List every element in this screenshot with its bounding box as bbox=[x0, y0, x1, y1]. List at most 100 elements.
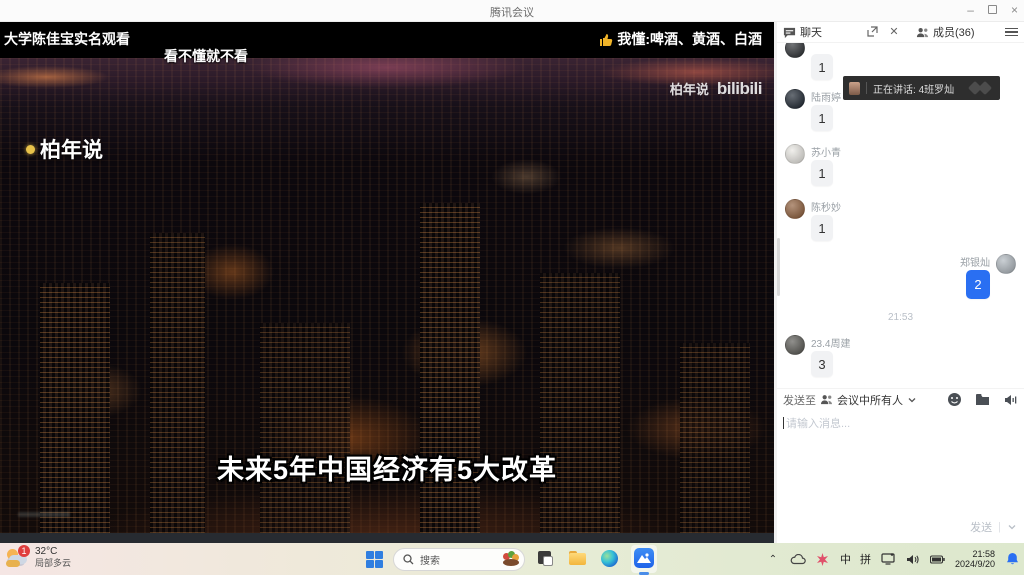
chat-panel: 聊天 ✕ 成员(36) 1陆雨婷1苏小青1陈秒妙1郑银灿221:5323.4周建… bbox=[777, 22, 1024, 543]
window-titlebar: 腾讯会议 – × bbox=[0, 0, 1024, 22]
chat-message: 苏小青1 bbox=[785, 144, 1016, 186]
popout-icon[interactable] bbox=[866, 26, 878, 38]
avatar[interactable] bbox=[785, 89, 805, 109]
weather-icon: 1 bbox=[6, 547, 30, 569]
sender-name: 陆雨婷 bbox=[811, 89, 841, 101]
search-box[interactable]: 搜索 bbox=[393, 548, 525, 571]
speaking-text: 正在讲话: 4班罗灿 bbox=[873, 81, 954, 96]
building-silhouette bbox=[540, 273, 620, 533]
channel-watermark: 柏年说 bilibili bbox=[670, 79, 762, 99]
ime-mode-indicator[interactable]: 拼 bbox=[860, 551, 871, 567]
sender-name: 23.4周建 bbox=[811, 335, 850, 347]
minimize-button[interactable]: – bbox=[967, 3, 974, 17]
windows-taskbar: 1 32°C 局部多云 搜索 bbox=[0, 543, 1024, 575]
send-to-label: 发送至 bbox=[783, 392, 816, 408]
divider: | bbox=[998, 521, 1001, 533]
speaking-indicator: 正在讲话: 4班罗灿 bbox=[843, 76, 1000, 100]
tencent-meeting-taskbar-button[interactable] bbox=[631, 545, 657, 573]
chat-scrollbar[interactable] bbox=[777, 238, 780, 296]
avatar[interactable] bbox=[785, 199, 805, 219]
chat-message: 陈秒妙1 bbox=[785, 199, 1016, 241]
chat-message: 23.4周建 3 bbox=[785, 335, 1016, 377]
danmaku-comment: 看不懂就不看 bbox=[164, 46, 248, 66]
clock-date: 2024/9/20 bbox=[955, 559, 995, 569]
shared-screen-video[interactable]: 大学陈佳宝实名观看 看不懂就不看 我懂:啤酒、黄酒、白酒 柏年说 bilibil… bbox=[0, 22, 774, 543]
send-to-selector[interactable]: 会议中所有人 bbox=[837, 392, 903, 408]
tab-chat[interactable]: 聊天 bbox=[783, 24, 822, 40]
notification-bell-icon[interactable] bbox=[1004, 551, 1020, 567]
chat-timestamp: 21:53 bbox=[785, 312, 1016, 323]
chat-message: 1 bbox=[785, 43, 1016, 80]
tab-members[interactable]: 成员(36) bbox=[916, 24, 975, 40]
clock-time: 21:58 bbox=[955, 549, 995, 559]
close-chat-icon[interactable]: ✕ bbox=[888, 26, 900, 38]
window-title: 腾讯会议 bbox=[0, 4, 1024, 20]
avatar[interactable] bbox=[785, 335, 805, 355]
weather-desc: 局部多云 bbox=[35, 558, 71, 569]
battery-icon[interactable] bbox=[930, 551, 946, 567]
file-explorer-button[interactable] bbox=[567, 548, 589, 570]
chat-message: 郑银灿 2 bbox=[785, 254, 1016, 299]
message-bubble: 3 bbox=[811, 351, 833, 377]
weather-temp: 32°C bbox=[35, 546, 71, 558]
avatar[interactable] bbox=[996, 254, 1016, 274]
chevron-down-icon[interactable] bbox=[908, 396, 916, 404]
meeting-logo-watermark bbox=[968, 80, 994, 96]
search-icon bbox=[403, 554, 414, 565]
text-caret bbox=[783, 417, 784, 429]
building-silhouette bbox=[40, 283, 110, 533]
message-bubble: 1 bbox=[811, 54, 833, 80]
message-bubble: 1 bbox=[811, 105, 833, 131]
thumbs-up-icon bbox=[599, 33, 613, 46]
video-subtitle: 未来5年中国经济有5大改革 bbox=[0, 448, 774, 487]
building-silhouette bbox=[260, 323, 350, 533]
close-button[interactable]: × bbox=[1011, 3, 1018, 17]
avatar[interactable] bbox=[785, 144, 805, 164]
bullet-dot-icon bbox=[26, 145, 35, 154]
taskbar-clock[interactable]: 21:58 2024/9/20 bbox=[955, 549, 995, 569]
task-view-button[interactable] bbox=[535, 548, 557, 570]
chat-bubble-icon bbox=[783, 26, 796, 39]
search-highlight-icon bbox=[502, 551, 520, 567]
speaker-avatar bbox=[849, 82, 860, 95]
emoji-icon[interactable] bbox=[947, 392, 962, 407]
building-silhouette bbox=[680, 343, 750, 533]
tencent-meeting-window: 腾讯会议 – × 大学陈佳宝实名观看 看不懂就不看 我懂:啤酒、黄酒、白酒 柏年… bbox=[0, 0, 1024, 575]
weather-widget[interactable]: 1 32°C 局部多云 bbox=[6, 546, 71, 569]
danmaku-comment-liked: 我懂:啤酒、黄酒、白酒 bbox=[599, 29, 762, 49]
send-bar: 发送至 会议中所有人 bbox=[777, 388, 1024, 410]
voice-assistant-icon[interactable] bbox=[815, 551, 831, 567]
cast-display-icon[interactable] bbox=[880, 551, 896, 567]
video-control-strip bbox=[0, 533, 774, 543]
search-placeholder: 搜索 bbox=[420, 552, 496, 567]
send-options-chevron-icon[interactable] bbox=[1008, 523, 1016, 531]
onedrive-cloud-icon[interactable] bbox=[790, 551, 806, 567]
start-button[interactable] bbox=[366, 551, 383, 568]
message-bubble: 1 bbox=[811, 215, 833, 241]
channel-name: 柏年说 bbox=[670, 79, 709, 98]
input-placeholder: 请输入消息... bbox=[786, 418, 850, 430]
maximize-button[interactable] bbox=[988, 5, 997, 14]
corner-watermark bbox=[18, 512, 70, 517]
file-icon[interactable] bbox=[975, 392, 990, 407]
menu-icon[interactable] bbox=[1005, 28, 1018, 37]
ime-language-indicator[interactable]: 中 bbox=[840, 551, 851, 567]
building-silhouette bbox=[150, 233, 205, 533]
message-input[interactable]: 请输入消息... bbox=[777, 410, 1024, 520]
edge-browser-button[interactable] bbox=[599, 548, 621, 570]
tencent-meeting-icon bbox=[634, 548, 654, 568]
chat-header: 聊天 ✕ 成员(36) bbox=[777, 22, 1024, 43]
bilibili-logo: bilibili bbox=[717, 79, 762, 99]
avatar[interactable] bbox=[785, 43, 805, 58]
members-icon bbox=[916, 26, 929, 39]
audience-icon bbox=[820, 394, 833, 405]
send-button[interactable]: 发送 bbox=[970, 519, 992, 535]
tray-overflow-chevron-icon[interactable]: ⌃ bbox=[765, 551, 781, 567]
volume-icon[interactable] bbox=[905, 551, 921, 567]
message-bubble: 2 bbox=[966, 270, 990, 299]
divider bbox=[866, 82, 867, 94]
channel-tag: 柏年说 bbox=[26, 134, 103, 164]
message-bubble: 1 bbox=[811, 160, 833, 186]
sender-name: 郑银灿 bbox=[960, 254, 990, 266]
announcement-icon[interactable] bbox=[1003, 392, 1018, 407]
